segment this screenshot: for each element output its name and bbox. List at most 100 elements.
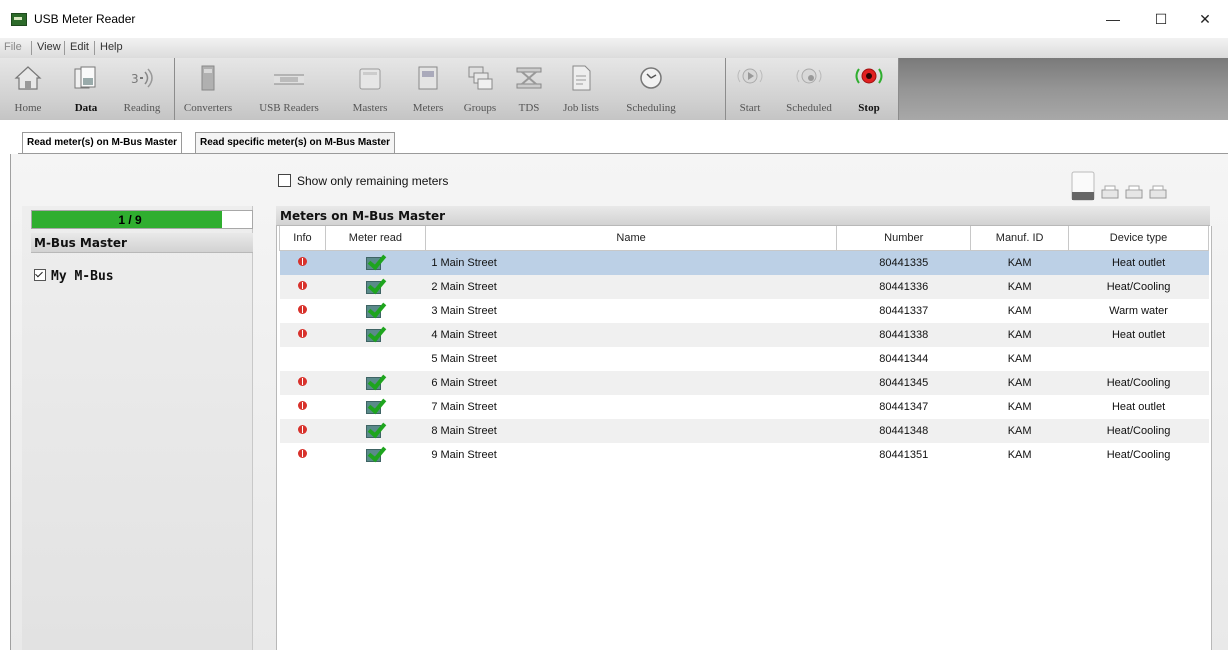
name-cell: 4 Main Street	[425, 323, 837, 347]
table-row[interactable]: 1 Main Street 80441335 KAM Heat outlet	[279, 250, 1209, 275]
tab-read-meters-on-master[interactable]: Read meter(s) on M-Bus Master	[22, 132, 183, 153]
info-cell[interactable]	[279, 323, 326, 347]
red-info-icon[interactable]	[297, 449, 307, 458]
column-header-manuf-id[interactable]: Manuf. ID	[970, 226, 1070, 251]
table-row[interactable]: 2 Main Street 80441336 KAM Heat/Cooling	[279, 274, 1209, 299]
meter-read-cell	[325, 347, 425, 371]
manuf-id-cell: KAM	[1007, 401, 1032, 413]
number-cell: 80441336	[836, 275, 971, 299]
device-type-cell: Heat/Cooling	[1068, 275, 1209, 299]
info-cell[interactable]	[280, 395, 326, 419]
printer-icon[interactable]	[1101, 185, 1119, 199]
printer-icon[interactable]	[1149, 185, 1167, 199]
data-label: Data	[74, 102, 98, 114]
meter-read-check-icon	[364, 274, 387, 294]
printer-icon[interactable]	[1125, 185, 1143, 199]
info-cell[interactable]	[279, 371, 326, 395]
device-type-cell: Heat outlet	[1111, 401, 1166, 413]
column-header-device-type[interactable]: Device type	[1068, 226, 1209, 251]
meter-read-check-icon	[364, 250, 387, 270]
table-row[interactable]: 9 Main Street 80441351 KAM Heat/Cooling	[280, 442, 1209, 467]
column-header-number[interactable]: Number	[836, 226, 972, 251]
info-cell[interactable]	[279, 419, 326, 443]
tds-button[interactable]: TDS	[507, 58, 551, 120]
reading-button[interactable]: 3 Reading	[114, 58, 170, 120]
red-info-icon[interactable]	[297, 377, 307, 386]
manuf-id-cell: KAM	[1007, 353, 1032, 365]
number-cell: 80441337	[879, 305, 929, 317]
red-info-icon[interactable]	[297, 329, 307, 338]
column-header-info[interactable]: Info	[279, 226, 326, 251]
info-cell[interactable]	[280, 299, 326, 323]
meter-read-cell	[325, 274, 426, 299]
table-row[interactable]: 6 Main Street 80441345 KAM Heat/Cooling	[279, 370, 1209, 395]
red-info-icon[interactable]	[297, 401, 307, 410]
scheduling-button[interactable]: Scheduling	[611, 58, 691, 120]
checkbox-checked-icon[interactable]	[34, 269, 46, 281]
menu-separator	[64, 41, 65, 55]
name-cell: 8 Main Street	[425, 419, 837, 443]
tds-icon	[516, 67, 542, 89]
column-header-name[interactable]: Name	[424, 226, 838, 251]
print-options	[1071, 171, 1167, 201]
printer-icon[interactable]	[1071, 171, 1095, 201]
home-button[interactable]: Home	[2, 58, 54, 120]
stop-button[interactable]: Stop	[846, 58, 892, 120]
scheduled-button[interactable]: Scheduled	[776, 58, 842, 120]
menu-help[interactable]: Help	[100, 41, 123, 53]
table-row[interactable]: 7 Main Street 80441347 KAM Heat outlet	[280, 394, 1209, 419]
meter-read-cell	[325, 298, 425, 323]
start-button[interactable]: Start	[728, 58, 772, 120]
tab-read-specific-meters[interactable]: Read specific meter(s) on M-Bus Master	[195, 132, 396, 153]
table-row[interactable]: 5 Main Street 80441344 KAM	[280, 347, 1209, 371]
master-device-icon	[359, 68, 381, 90]
column-header-meter-read[interactable]: Meter read	[324, 226, 426, 251]
usb-readers-button[interactable]: USB Readers	[241, 58, 337, 120]
meters-table: Info Meter read Name Number Manuf. ID De…	[279, 226, 1209, 467]
masters-button[interactable]: Masters	[339, 58, 401, 120]
job-lists-button[interactable]: Job lists	[553, 58, 609, 120]
menu-separator	[31, 41, 32, 55]
window-title: USB Meter Reader	[34, 12, 136, 26]
name-cell: 3 Main Street	[431, 305, 497, 317]
info-cell[interactable]	[280, 347, 326, 371]
close-button[interactable]: ✕	[1191, 9, 1219, 29]
menu-edit[interactable]: Edit	[70, 41, 89, 53]
converter-box-icon	[201, 65, 215, 91]
data-button[interactable]: Data	[60, 58, 112, 120]
converters-button[interactable]: Converters	[177, 58, 239, 120]
m-bus-tree-item[interactable]: My M-Bus	[34, 268, 114, 284]
converters-label: Converters	[183, 102, 233, 114]
device-type-cell: Heat/Cooling	[1068, 419, 1209, 443]
number-cell: 80441338	[836, 323, 971, 347]
scheduled-run-icon	[796, 68, 822, 84]
info-cell[interactable]	[280, 443, 326, 467]
toolbar-nav-group: Home Data 3 Reading	[0, 58, 175, 120]
table-row[interactable]: 8 Main Street 80441348 KAM Heat/Cooling	[279, 418, 1209, 443]
maximize-button[interactable]: ☐	[1147, 9, 1175, 29]
show-remaining-option[interactable]: Show only remaining meters	[278, 172, 448, 188]
toolbar-config-group: Converters USB Readers Masters Meters Gr…	[175, 58, 726, 120]
red-info-icon[interactable]	[297, 257, 307, 266]
red-info-icon[interactable]	[297, 305, 307, 314]
tab-strip	[0, 120, 1228, 152]
meter-read-cell	[325, 442, 425, 467]
red-info-icon[interactable]	[297, 281, 307, 290]
manuf-id-cell: KAM	[970, 419, 1069, 443]
number-cell: 80441347	[879, 401, 929, 413]
progress-text: 1 / 9	[118, 213, 142, 227]
groups-button[interactable]: Groups	[455, 58, 505, 120]
table-row[interactable]: 4 Main Street 80441338 KAM Heat outlet	[279, 322, 1209, 347]
info-cell[interactable]	[279, 250, 326, 275]
minimize-button[interactable]: —	[1099, 9, 1127, 29]
table-row[interactable]: 3 Main Street 80441337 KAM Warm water	[280, 298, 1209, 323]
meters-button[interactable]: Meters	[403, 58, 453, 120]
red-info-icon[interactable]	[297, 425, 307, 434]
show-remaining-checkbox[interactable]	[278, 174, 291, 187]
name-cell: 2 Main Street	[425, 275, 837, 299]
name-cell: 1 Main Street	[425, 250, 837, 275]
meter-read-check-icon	[364, 442, 387, 462]
menu-file[interactable]: File	[4, 41, 22, 53]
info-cell[interactable]	[279, 275, 326, 299]
menu-view[interactable]: View	[37, 41, 61, 53]
